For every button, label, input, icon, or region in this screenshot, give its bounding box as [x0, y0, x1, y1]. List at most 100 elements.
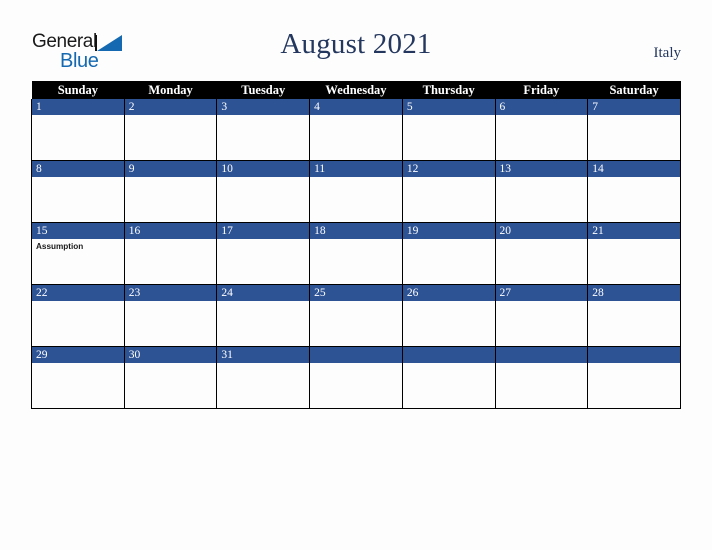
calendar-week-row: 8 9 10 11 12 13 14	[31, 160, 681, 223]
calendar-day-cell[interactable]: 17	[216, 222, 311, 285]
calendar-day-cell[interactable]: 21	[587, 222, 681, 285]
calendar-day-cell[interactable]: 22	[31, 284, 125, 347]
day-events	[310, 301, 402, 304]
calendar-day-cell[interactable]: 28	[587, 284, 681, 347]
day-number: 18	[310, 223, 402, 239]
day-events	[310, 363, 402, 366]
day-events	[403, 301, 495, 304]
calendar-day-cell[interactable]: 26	[401, 284, 496, 347]
day-events	[32, 115, 124, 118]
day-cell-inner: 10	[217, 161, 310, 222]
calendar-empty-cell	[401, 346, 496, 409]
weekday-header-tuesday: Tuesday	[216, 81, 310, 99]
day-number: 23	[124, 285, 217, 301]
calendar-day-cell[interactable]: 3	[216, 99, 311, 161]
calendar-day-cell[interactable]: 30	[123, 346, 218, 409]
day-cell-inner: 8	[32, 161, 124, 222]
day-number: 28	[588, 285, 680, 301]
calendar-day-cell[interactable]: 11	[309, 160, 403, 223]
calendar-day-cell[interactable]: 24	[216, 284, 311, 347]
day-cell-inner	[310, 347, 402, 408]
day-events	[125, 363, 217, 366]
day-cell-inner: 29	[32, 347, 124, 408]
day-cell-inner: 9	[124, 161, 217, 222]
calendar-day-cell[interactable]: 2	[123, 99, 218, 161]
calendar-day-cell[interactable]: 6	[494, 99, 589, 161]
day-number: 27	[495, 285, 588, 301]
day-number: 19	[402, 223, 495, 239]
calendar-day-cell[interactable]: 14	[587, 160, 681, 223]
page-header: General Blue August 2021 Italy	[0, 0, 712, 78]
calendar-day-cell[interactable]: 23	[123, 284, 218, 347]
day-number: 24	[217, 285, 310, 301]
day-cell-inner: 25	[310, 285, 402, 346]
calendar-day-cell[interactable]: 8	[31, 160, 125, 223]
weekday-header-monday: Monday	[124, 81, 217, 99]
calendar-day-cell[interactable]: 7	[587, 99, 681, 161]
day-events	[403, 239, 495, 242]
country-label: Italy	[653, 45, 682, 61]
day-cell-inner: 24	[217, 285, 310, 346]
day-cell-inner: 12	[402, 161, 495, 222]
day-number: 4	[310, 99, 402, 115]
calendar-day-cell[interactable]: 1	[31, 99, 125, 161]
day-events	[496, 239, 588, 242]
weekday-header-thursday: Thursday	[402, 81, 496, 99]
weekday-header-row: Sunday Monday Tuesday Wednesday Thursday Frid…	[31, 81, 681, 99]
day-cell-inner: 1	[32, 99, 124, 160]
day-events	[125, 301, 217, 304]
calendar-day-cell[interactable]: 13	[494, 160, 589, 223]
day-events	[588, 301, 680, 304]
day-events	[588, 115, 680, 118]
day-events	[310, 239, 402, 242]
day-number: 21	[588, 223, 680, 239]
day-events	[588, 239, 680, 242]
calendar-day-cell[interactable]: 29	[31, 346, 125, 409]
weekday-header-saturday: Saturday	[587, 81, 681, 99]
day-number: 13	[495, 161, 588, 177]
day-cell-inner: 19	[402, 223, 495, 284]
calendar-day-cell[interactable]: 18	[309, 222, 403, 285]
day-number	[402, 347, 495, 363]
day-events	[217, 115, 309, 118]
calendar-day-cell[interactable]: 9	[123, 160, 218, 223]
day-number: 5	[402, 99, 495, 115]
day-cell-inner: 17	[217, 223, 310, 284]
calendar-week-row: 15 Assumption 16 17 18 19 20 21	[31, 222, 681, 285]
day-events	[217, 239, 309, 242]
day-cell-inner: 20	[495, 223, 588, 284]
day-number: 25	[310, 285, 402, 301]
day-cell-inner: 15 Assumption	[32, 223, 124, 284]
day-number	[495, 347, 588, 363]
day-number: 30	[124, 347, 217, 363]
day-events	[217, 363, 309, 366]
calendar-day-cell[interactable]: 16	[123, 222, 218, 285]
calendar-week-row: 22 23 24 25 26 27 28	[31, 284, 681, 347]
calendar-week-row: 1234567	[31, 99, 681, 161]
holiday-label: Assumption	[36, 242, 84, 251]
day-number: 1	[32, 99, 124, 115]
calendar-day-cell[interactable]: 19	[401, 222, 496, 285]
calendar-day-cell[interactable]: 4	[309, 99, 403, 161]
day-cell-inner: 28	[588, 285, 680, 346]
day-cell-inner: 27	[495, 285, 588, 346]
calendar-day-cell[interactable]: 5	[401, 99, 496, 161]
calendar-day-cell[interactable]: 12	[401, 160, 496, 223]
calendar-empty-cell	[494, 346, 589, 409]
day-number: 26	[402, 285, 495, 301]
day-events	[496, 301, 588, 304]
calendar-day-cell[interactable]: 20	[494, 222, 589, 285]
day-events	[125, 115, 217, 118]
calendar-day-cell[interactable]: 27	[494, 284, 589, 347]
weekday-header-wednesday: Wednesday	[309, 81, 403, 99]
calendar-day-cell[interactable]: 25	[309, 284, 403, 347]
day-number: 9	[124, 161, 217, 177]
day-events	[32, 301, 124, 304]
calendar-day-cell[interactable]: 10	[216, 160, 311, 223]
calendar-day-cell[interactable]: 15 Assumption	[31, 222, 125, 285]
calendar-page: General Blue August 2021 Italy Sunday Mon…	[0, 0, 712, 550]
day-events	[588, 177, 680, 180]
calendar-day-cell[interactable]: 31	[216, 346, 311, 409]
day-number	[588, 347, 680, 363]
day-number	[310, 347, 402, 363]
